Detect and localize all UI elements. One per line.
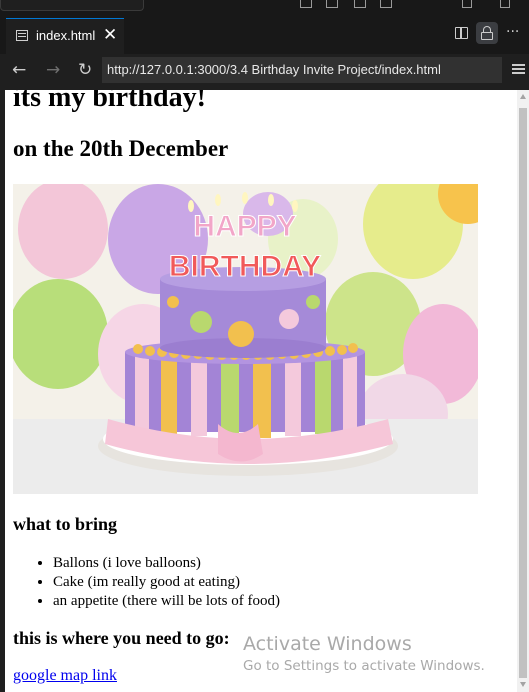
- close-icon[interactable]: ✕: [103, 26, 117, 44]
- url-input[interactable]: http://127.0.0.1:3000/3.4 Birthday Invit…: [102, 57, 502, 83]
- list-item: Cake (im really good at eating): [53, 573, 280, 592]
- google-map-link[interactable]: google map link: [13, 667, 117, 685]
- reload-icon[interactable]: ↻: [78, 60, 92, 80]
- bring-heading: what to bring: [13, 514, 118, 534]
- scroll-up-icon[interactable]: [520, 94, 526, 99]
- tab-bar: index.html ✕: [0, 12, 529, 54]
- cake-candle-text-birthday: BIRTHDAY: [169, 250, 321, 283]
- window-icon[interactable]: [500, 0, 510, 8]
- lock-icon[interactable]: [476, 22, 498, 44]
- window-icon[interactable]: [462, 0, 472, 8]
- activate-windows-title: Activate Windows: [243, 633, 412, 655]
- activate-windows-subtitle: Go to Settings to activate Windows.: [243, 658, 485, 674]
- bring-list: Ballons (i love balloons) Cake (im reall…: [13, 554, 280, 611]
- forward-icon[interactable]: →: [46, 60, 60, 80]
- more-icon[interactable]: ···: [506, 24, 519, 40]
- page-title: its my birthday!: [13, 90, 206, 113]
- layout-icon[interactable]: [354, 0, 366, 8]
- scrollbar-thumb[interactable]: [519, 108, 527, 678]
- title-bar: [0, 0, 529, 12]
- back-icon[interactable]: ←: [12, 60, 26, 80]
- address-bar: ← → ↻ http://127.0.0.1:3000/3.4 Birthday…: [0, 54, 529, 90]
- location-heading: this is where you need to go:: [13, 628, 230, 648]
- layout-icon[interactable]: [300, 0, 312, 8]
- page-subtitle: on the 20th December: [13, 136, 229, 161]
- page-viewport: its my birthday! on the 20th December HA…: [5, 90, 517, 692]
- scroll-down-icon[interactable]: [520, 682, 526, 687]
- menu-icon[interactable]: [512, 64, 525, 66]
- layout-icon[interactable]: [380, 0, 392, 8]
- split-editor-icon[interactable]: [455, 27, 468, 39]
- file-icon: [16, 30, 28, 41]
- cake-candle-text-happy: HAPPY: [193, 210, 296, 243]
- list-item: Ballons (i love balloons): [53, 554, 280, 573]
- tab-title: index.html: [36, 28, 96, 43]
- tab-index-html[interactable]: index.html ✕: [6, 18, 124, 54]
- title-bar-tab: [0, 0, 144, 11]
- list-item: an appetite (there will be lots of food): [53, 592, 280, 611]
- birthday-cake-image: HAPPY BIRTHDAY: [13, 184, 478, 494]
- layout-icon[interactable]: [326, 0, 338, 8]
